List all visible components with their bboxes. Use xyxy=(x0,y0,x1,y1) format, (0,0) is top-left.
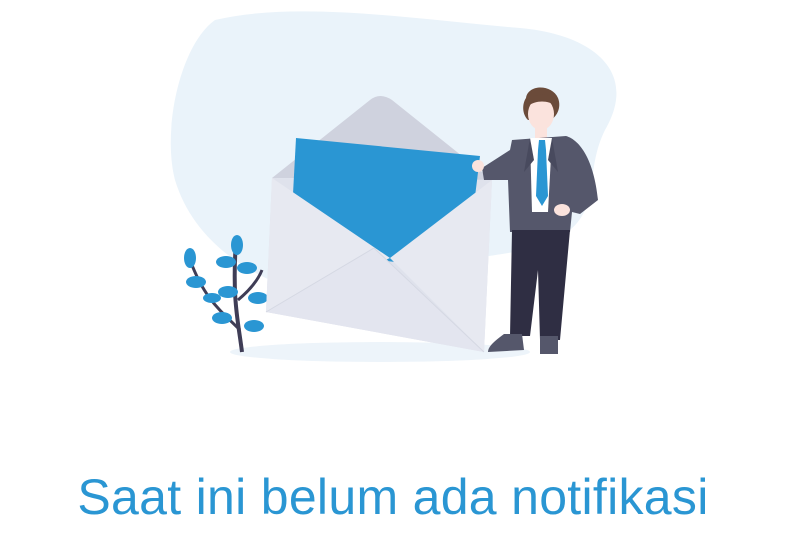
notifications-empty-screen: Saat ini belum ada notifikasi xyxy=(0,0,786,546)
ground-shadow xyxy=(230,342,530,362)
empty-notification-message: Saat ini belum ada notifikasi xyxy=(77,469,709,525)
empty-notification-illustration xyxy=(170,11,617,362)
